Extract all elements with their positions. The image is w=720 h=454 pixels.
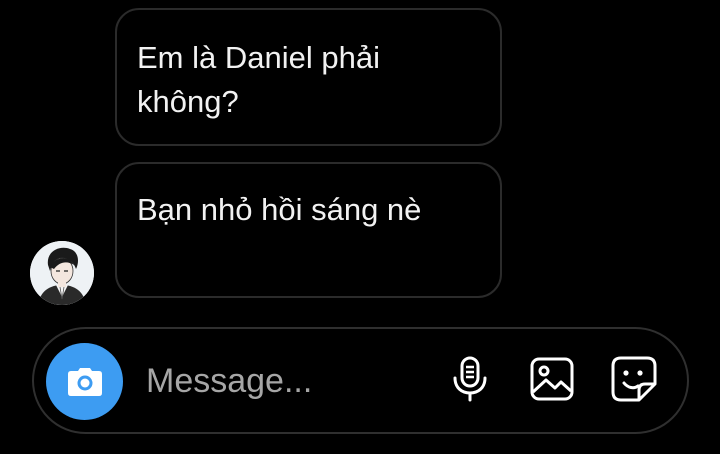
avatar[interactable]: [30, 241, 94, 305]
avatar-image: [30, 241, 94, 305]
message-bubble[interactable]: Bạn nhỏ hồi sáng nè: [115, 162, 502, 298]
message-composer: [32, 327, 689, 434]
sticker-icon: [611, 356, 657, 402]
voice-message-button[interactable]: [444, 353, 496, 405]
message-input[interactable]: [146, 357, 406, 405]
image-icon: [530, 357, 574, 401]
sticker-button[interactable]: [608, 353, 660, 405]
microphone-icon: [453, 356, 487, 402]
camera-icon: [67, 367, 102, 396]
message-text: Em là Daniel phải không?: [137, 40, 380, 119]
message-text: Bạn nhỏ hồi sáng nè: [137, 192, 422, 227]
gallery-button[interactable]: [526, 353, 578, 405]
camera-button[interactable]: [46, 343, 123, 420]
message-bubble[interactable]: Em là Daniel phải không?: [115, 8, 502, 146]
